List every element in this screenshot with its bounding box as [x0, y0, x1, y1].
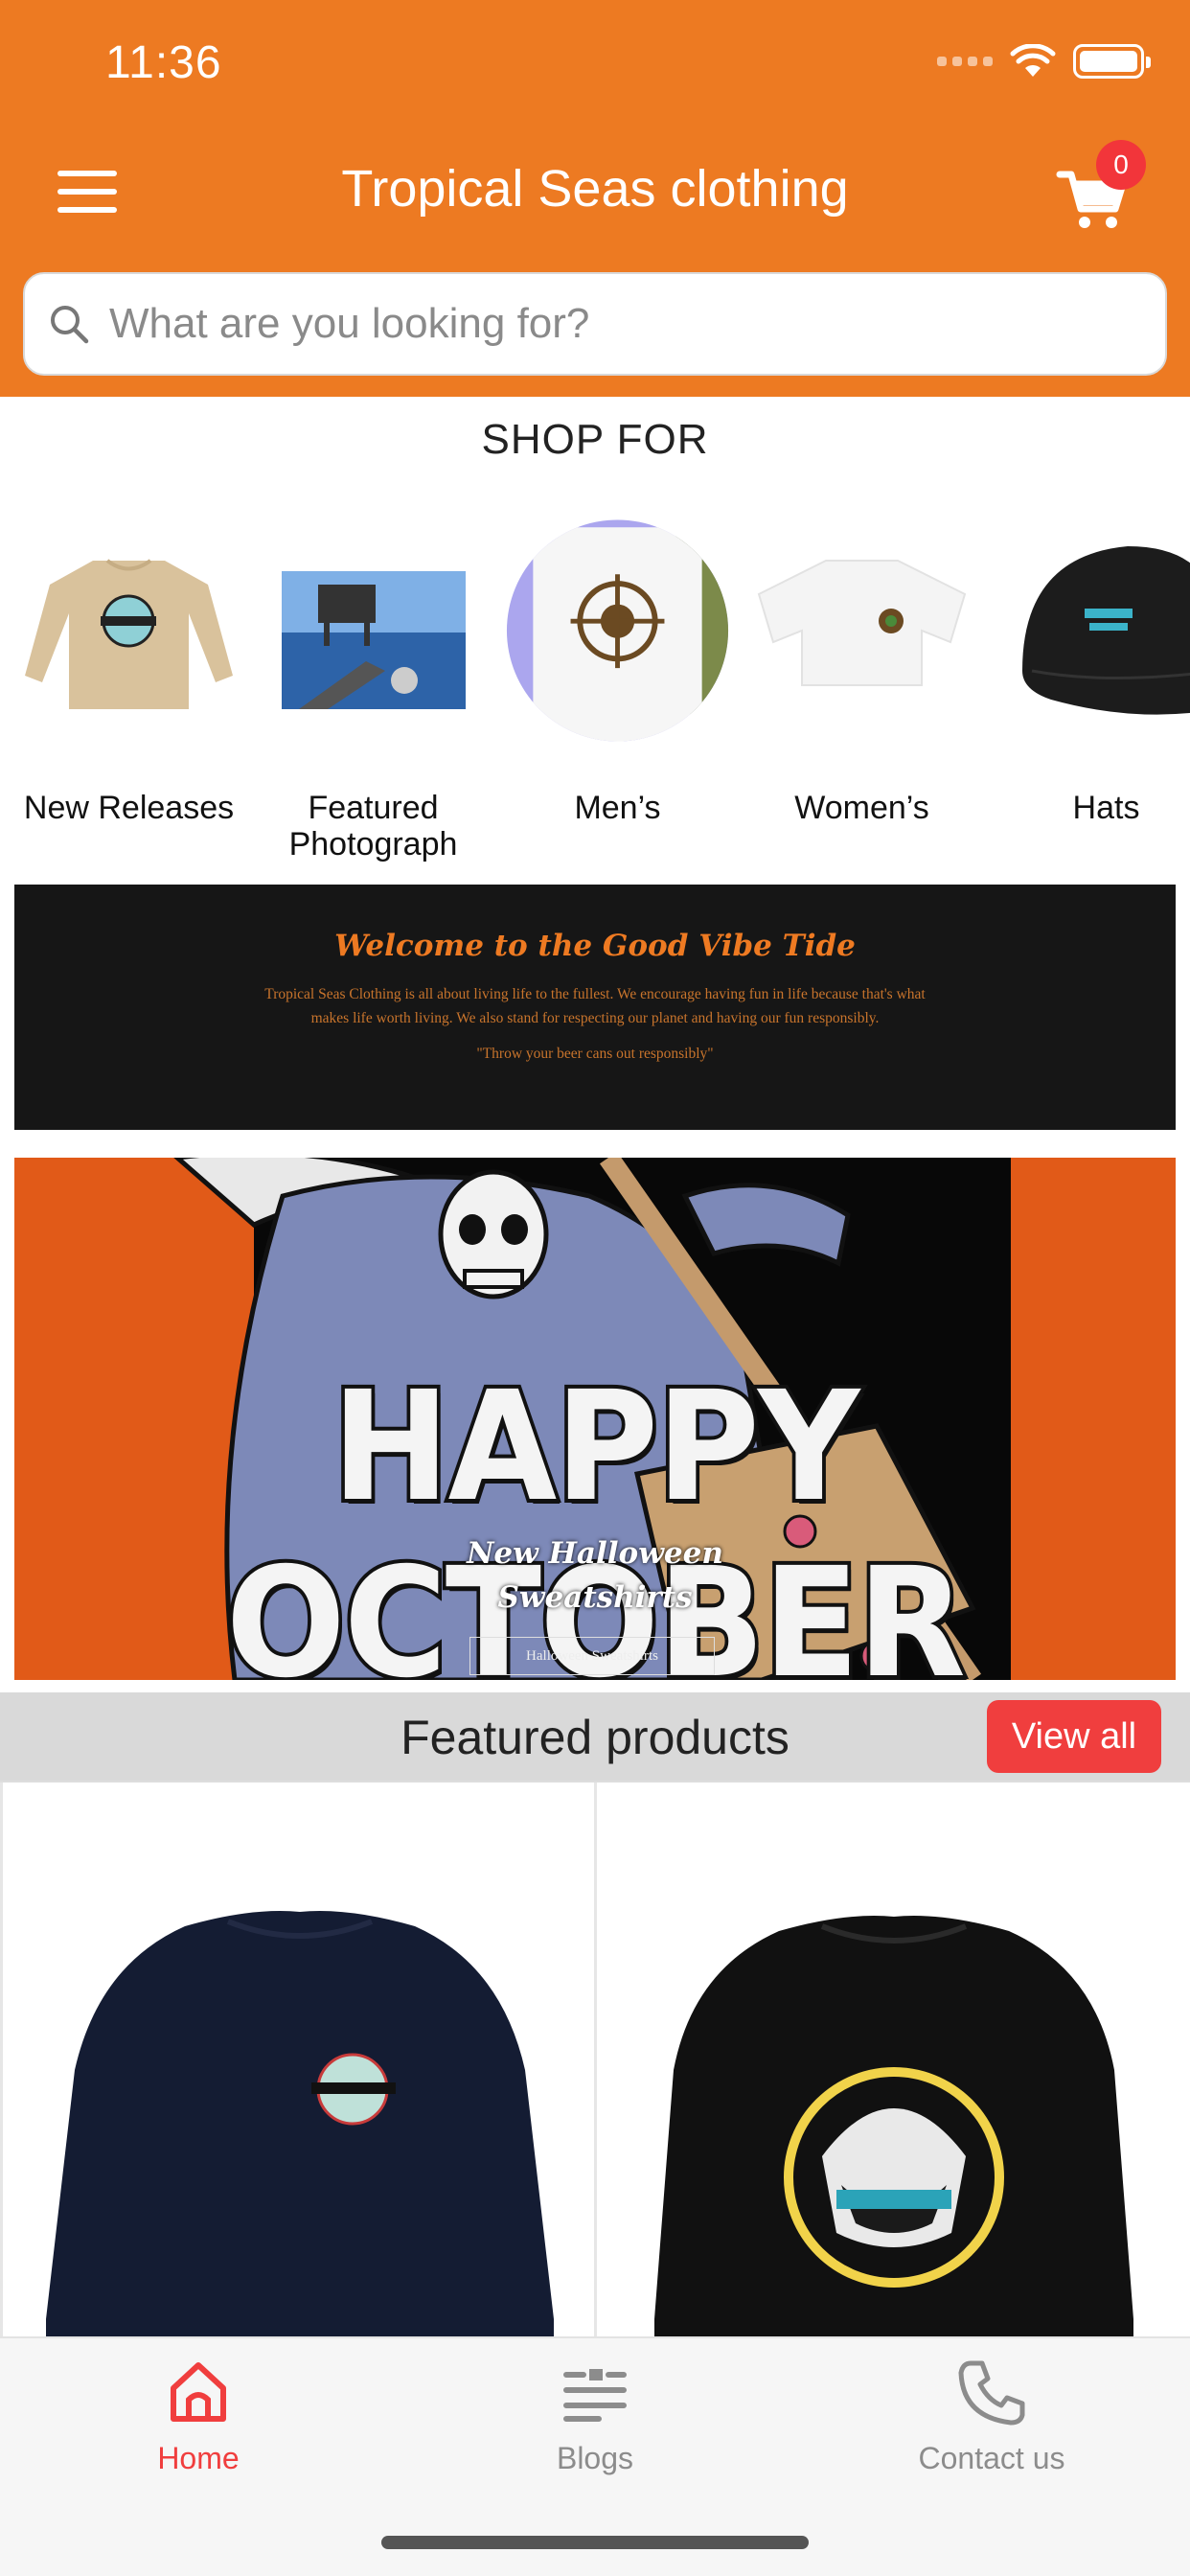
- category-label: Men’s: [574, 790, 661, 826]
- wifi-icon: [1010, 44, 1056, 77]
- tab-blogs[interactable]: Blogs: [397, 2358, 793, 2476]
- category-featured-photograph-image: [261, 518, 486, 743]
- status-icons: [937, 44, 1151, 79]
- home-indicator: [381, 2536, 809, 2549]
- category-featured-photograph[interactable]: Featured Photograph: [251, 518, 495, 862]
- cart-button[interactable]: 0: [1056, 140, 1146, 236]
- product-image: [46, 1911, 554, 2338]
- category-carousel[interactable]: New Releases Featured Photograph Men’s W…: [0, 518, 1190, 862]
- featured-products-grid: [0, 1781, 1190, 2338]
- search-bar[interactable]: [23, 272, 1167, 376]
- app-title: Tropical Seas clothing: [341, 160, 849, 218]
- category-label: New Releases: [23, 790, 235, 826]
- welcome-heading: Welcome to the Good Vibe Tide: [334, 929, 856, 963]
- category-label: Women’s: [794, 790, 929, 826]
- product-card[interactable]: [594, 1782, 1188, 2338]
- product-card[interactable]: [0, 1782, 594, 2338]
- nav-bar: Tropical Seas clothing 0: [0, 140, 1190, 240]
- category-womens[interactable]: Women’s: [740, 518, 984, 862]
- category-womens-image: [749, 518, 974, 743]
- welcome-quote: "Throw your beer cans out responsibly": [476, 1046, 714, 1062]
- search-icon: [51, 306, 89, 344]
- featured-header: Featured products View all: [0, 1692, 1190, 1781]
- category-hats-image: [994, 518, 1190, 743]
- cart-count-badge: 0: [1096, 140, 1146, 190]
- tab-blogs-label: Blogs: [556, 2441, 634, 2475]
- search-input[interactable]: [109, 300, 1067, 348]
- category-new-releases[interactable]: New Releases: [7, 518, 251, 862]
- app-header: 11:36 Tropical Seas clothing 0: [0, 0, 1190, 397]
- product-image: [654, 1916, 1133, 2338]
- tab-home-label: Home: [157, 2441, 240, 2475]
- home-icon: [171, 2362, 226, 2422]
- battery-icon: [1073, 44, 1151, 79]
- cellular-signal-icon: [937, 57, 993, 66]
- phone-icon: [958, 2360, 1025, 2426]
- category-hats[interactable]: Hats: [984, 518, 1190, 862]
- halloween-promo-banner[interactable]: HAPPY OCTOBER New Halloween Sweatshirts …: [14, 1158, 1176, 1680]
- status-time: 11:36: [105, 37, 222, 88]
- welcome-body: Tropical Seas Clothing is all about livi…: [264, 986, 926, 1026]
- tab-contact-label: Contact us: [918, 2441, 1065, 2475]
- shop-for-heading: SHOP FOR: [481, 416, 709, 463]
- promo-headline: HAPPY OCTOBER: [222, 1355, 970, 1680]
- view-all-button[interactable]: View all: [987, 1700, 1161, 1773]
- promo-subtitle-line-2: Sweatshirts: [497, 1580, 693, 1615]
- welcome-banner: Welcome to the Good Vibe Tide Tropical S…: [14, 885, 1176, 1130]
- blogs-icon: [563, 2369, 627, 2422]
- promo-subtitle-line-1: New Halloween: [467, 1536, 723, 1571]
- tab-contact-us[interactable]: Contact us: [793, 2358, 1190, 2476]
- tab-home[interactable]: Home: [0, 2358, 397, 2476]
- category-mens[interactable]: Men’s: [495, 518, 740, 862]
- category-label: Hats: [1072, 790, 1140, 826]
- promo-subtitle: New Halloween Sweatshirts: [14, 1531, 1176, 1620]
- category-mens-image: [505, 518, 730, 743]
- category-new-releases-image: [16, 518, 241, 743]
- category-label: Featured Photograph: [288, 790, 458, 862]
- promo-shop-button[interactable]: Halloween Sweatshirts: [469, 1637, 715, 1675]
